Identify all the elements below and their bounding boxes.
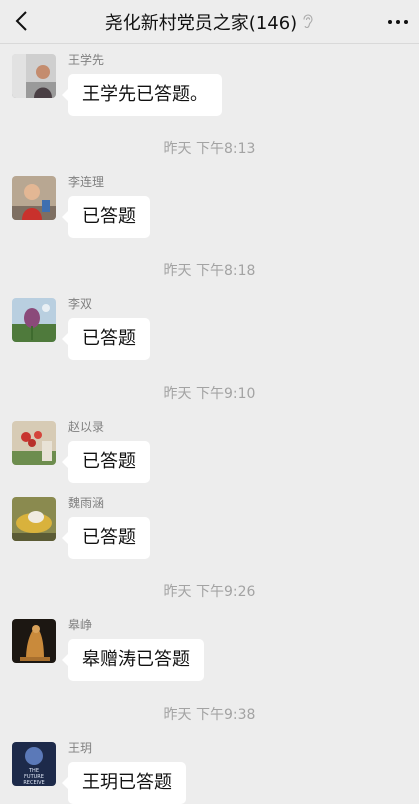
chevron-left-icon <box>15 11 27 31</box>
sender-name: 皋峥 <box>68 618 93 632</box>
timestamp: 昨天 下午8:13 <box>163 141 256 157</box>
more-dots-icon <box>388 20 408 24</box>
avatar[interactable]: THE FUTURE RECEIVE <box>12 742 56 786</box>
sender-name: 李连理 <box>68 175 105 189</box>
message-bubble[interactable]: 已答题 <box>62 517 150 559</box>
ear-mute-icon <box>303 14 313 29</box>
message-bubble[interactable]: 已答题 <box>62 318 150 360</box>
avatar[interactable] <box>12 298 56 342</box>
message-bubble[interactable]: 皋赠涛已答题 <box>62 639 204 681</box>
avatar-image <box>12 176 56 220</box>
sender-name: 王学先 <box>68 53 105 67</box>
avatar-text-line: RECEIVE <box>23 780 44 786</box>
sender-name: 王玥 <box>68 741 93 755</box>
timestamp: 昨天 下午9:38 <box>163 707 256 723</box>
chat-header: 尧化新村党员之家(146) <box>0 0 419 44</box>
avatar[interactable] <box>12 497 56 541</box>
sender-name: 赵以录 <box>68 420 105 434</box>
avatar[interactable] <box>12 176 56 220</box>
title-area: 尧化新村党员之家(146) <box>60 0 359 43</box>
avatar-image <box>12 619 56 663</box>
sender-name: 魏雨涵 <box>68 496 105 510</box>
chat-area[interactable]: 王学先 王学先已答题。 昨天 下午8:13 李连理 已答题 昨天 下午8:18 <box>0 44 419 804</box>
avatar[interactable] <box>12 54 56 98</box>
page-title: 尧化新村党员之家(146) <box>104 12 298 34</box>
avatar[interactable] <box>12 619 56 663</box>
avatar-image <box>12 497 56 541</box>
back-button[interactable] <box>8 6 38 36</box>
message-bubble[interactable]: 已答题 <box>62 441 150 483</box>
avatar[interactable] <box>12 421 56 465</box>
timestamp: 昨天 下午9:26 <box>163 584 256 600</box>
more-button[interactable] <box>383 8 413 36</box>
avatar-image <box>12 298 56 342</box>
sender-name: 李双 <box>68 297 93 311</box>
message-bubble[interactable]: 王学先已答题。 <box>62 74 222 116</box>
avatar-image <box>12 54 56 98</box>
timestamp: 昨天 下午9:10 <box>163 386 256 402</box>
message-bubble[interactable]: 已答题 <box>62 196 150 238</box>
avatar-image <box>12 421 56 465</box>
avatar-image: THE FUTURE RECEIVE <box>12 742 56 786</box>
timestamp: 昨天 下午8:18 <box>163 263 256 279</box>
